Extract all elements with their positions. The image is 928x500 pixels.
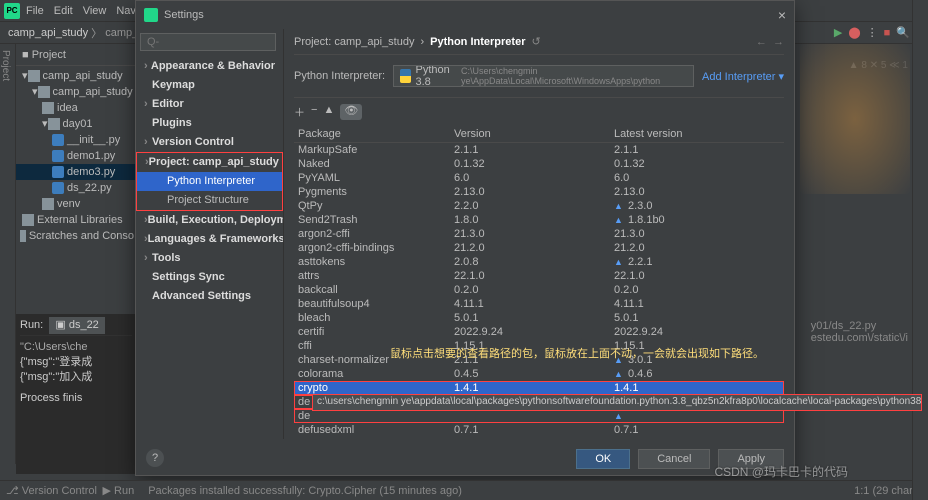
run-out-1: "C:\Users\che bbox=[20, 340, 132, 355]
annotation-text: 鼠标点击想要的查看路径的包，鼠标放在上面不动，一会就会出现如下路径。 bbox=[390, 345, 764, 361]
settings-tree-item[interactable]: Plugins bbox=[136, 114, 283, 133]
package-row[interactable]: colorama0.4.5▲ 0.4.6 bbox=[294, 367, 784, 381]
settings-tree-item[interactable]: Keymap bbox=[136, 76, 283, 95]
project-pane-title: ■ Project bbox=[22, 49, 66, 61]
package-row[interactable]: de▲ bbox=[294, 409, 784, 423]
tree-item[interactable]: ▾ day01 bbox=[16, 116, 136, 132]
package-row[interactable]: Pygments2.13.02.13.0 bbox=[294, 185, 784, 199]
ok-button[interactable]: OK bbox=[576, 449, 630, 469]
package-row[interactable]: QtPy2.2.0▲ 2.3.0 bbox=[294, 199, 784, 213]
watermark: CSDN @玛卡巴卡的代码 bbox=[714, 463, 848, 480]
run-out-2: {"msg":"登录成 bbox=[20, 355, 132, 370]
package-row[interactable]: defusedxml0.7.10.7.1 bbox=[294, 423, 784, 437]
debug-icon[interactable]: ⬤ bbox=[848, 26, 860, 39]
eye-icon[interactable]: 👁 bbox=[340, 104, 362, 120]
col-latest[interactable]: Latest version bbox=[614, 128, 784, 140]
decorative-character bbox=[800, 44, 910, 194]
breadcrumb-root[interactable]: camp_api_study bbox=[8, 27, 88, 39]
run-icon[interactable]: ▶ bbox=[834, 26, 842, 39]
run-tab[interactable]: ▣ ds_22 bbox=[49, 317, 104, 334]
package-row[interactable]: attrs22.1.022.1.0 bbox=[294, 269, 784, 283]
up-pkg-icon[interactable]: ▲ bbox=[323, 104, 334, 120]
tree-item[interactable]: External Libraries bbox=[16, 212, 136, 228]
settings-tree-item[interactable]: ›Tools bbox=[136, 249, 283, 268]
chevron-icon: › bbox=[420, 36, 424, 48]
status-vc[interactable]: ⎇ Version Control bbox=[6, 484, 97, 497]
add-interpreter-link[interactable]: Add Interpreter ▾ bbox=[702, 70, 784, 83]
menu-view[interactable]: View bbox=[83, 5, 107, 17]
reset-icon[interactable]: ↺ bbox=[531, 35, 540, 48]
settings-search-input[interactable] bbox=[140, 33, 276, 51]
tree-item[interactable]: demo1.py bbox=[16, 148, 136, 164]
tree-item[interactable]: ▾ camp_api_study bbox=[16, 84, 136, 100]
package-row[interactable]: asttokens2.0.8▲ 2.2.1 bbox=[294, 255, 784, 269]
add-pkg-icon[interactable]: ＋ bbox=[294, 104, 305, 120]
editor-peek-1: y01/ds_22.py bbox=[811, 320, 908, 332]
search-icon[interactable]: 🔍 bbox=[896, 26, 910, 39]
package-row[interactable]: argon2-cffi21.3.021.3.0 bbox=[294, 227, 784, 241]
interpreter-select[interactable]: Python 3.8 C:\Users\chengmin ye\AppData\… bbox=[393, 65, 694, 87]
package-row[interactable]: entrypoints0.40.4 bbox=[294, 437, 784, 439]
package-row[interactable]: PyYAML6.06.0 bbox=[294, 171, 784, 185]
col-version[interactable]: Version bbox=[454, 128, 614, 140]
tree-item[interactable]: Scratches and Conso bbox=[16, 228, 136, 244]
close-icon[interactable]: × bbox=[778, 7, 786, 23]
right-gutter bbox=[912, 0, 928, 500]
menu-file[interactable]: File bbox=[26, 5, 44, 17]
left-gutter: Project bbox=[0, 44, 16, 464]
package-row[interactable]: Send2Trash1.8.0▲ 1.8.1b0 bbox=[294, 213, 784, 227]
tree-item[interactable]: ds_22.py bbox=[16, 180, 136, 196]
package-row[interactable]: certifi2022.9.242022.9.24 bbox=[294, 325, 784, 339]
package-row[interactable]: Naked0.1.320.1.32 bbox=[294, 157, 784, 171]
editor-peek-2: estedu.com\/static\/i bbox=[811, 332, 908, 344]
path-tooltip: c:\users\chengmin ye\appdata\local\packa… bbox=[312, 394, 922, 411]
tree-item[interactable]: __init__.py bbox=[16, 132, 136, 148]
tree-item[interactable]: ▾ camp_api_study bbox=[16, 68, 136, 84]
col-package[interactable]: Package bbox=[294, 128, 454, 140]
help-icon[interactable]: ? bbox=[146, 449, 164, 467]
tree-item[interactable]: idea bbox=[16, 100, 136, 116]
package-row[interactable]: bleach5.0.15.0.1 bbox=[294, 311, 784, 325]
package-row[interactable]: backcall0.2.00.2.0 bbox=[294, 283, 784, 297]
status-msg: Packages installed successfully: Crypto.… bbox=[148, 485, 462, 497]
package-row[interactable]: crypto1.4.11.4.1 bbox=[294, 381, 784, 395]
settings-tree-item[interactable]: Advanced Settings bbox=[136, 287, 283, 306]
tree-item[interactable]: demo3.py bbox=[16, 164, 136, 180]
settings-crumb-1[interactable]: Project: camp_api_study bbox=[294, 36, 414, 48]
status-run[interactable]: ▶ Run bbox=[103, 484, 135, 497]
settings-tree-item[interactable]: Settings Sync bbox=[136, 268, 283, 287]
settings-tree-item[interactable]: ›Languages & Frameworks bbox=[136, 230, 283, 249]
stop-icon[interactable]: ■ bbox=[884, 27, 891, 39]
settings-tree-item[interactable]: ›Appearance & Behavior bbox=[136, 57, 283, 76]
nav-fwd-icon: → bbox=[773, 36, 784, 48]
app-icon: PC bbox=[4, 3, 20, 19]
dialog-title: Settings bbox=[164, 9, 204, 21]
package-row[interactable]: argon2-cffi-bindings21.2.021.2.0 bbox=[294, 241, 784, 255]
run-label: Run: bbox=[20, 318, 43, 333]
settings-tree-item[interactable]: Python Interpreter bbox=[136, 172, 283, 191]
run-out-4: Process finis bbox=[20, 391, 132, 406]
dialog-icon bbox=[144, 8, 158, 22]
nav-back-icon[interactable]: ← bbox=[756, 36, 767, 48]
interpreter-label: Python Interpreter: bbox=[294, 70, 385, 82]
cancel-button[interactable]: Cancel bbox=[638, 449, 710, 469]
run-out-3: {"msg":"加入成 bbox=[20, 370, 132, 385]
more-icon[interactable]: ⋮ bbox=[867, 26, 878, 39]
tree-item[interactable]: venv bbox=[16, 196, 136, 212]
breadcrumb-sep: 〉 bbox=[88, 25, 105, 41]
package-row[interactable]: beautifulsoup44.11.14.11.1 bbox=[294, 297, 784, 311]
menu-edit[interactable]: Edit bbox=[54, 5, 73, 17]
settings-tree-item[interactable]: ›Build, Execution, Deployment bbox=[136, 211, 283, 230]
settings-crumb-2: Python Interpreter bbox=[430, 36, 525, 48]
settings-tree-item[interactable]: ›Project: camp_api_study bbox=[136, 152, 283, 172]
package-row[interactable]: MarkupSafe2.1.12.1.1 bbox=[294, 143, 784, 157]
python-icon bbox=[400, 69, 411, 83]
remove-pkg-icon[interactable]: − bbox=[311, 104, 317, 120]
settings-tree-item[interactable]: ›Editor bbox=[136, 95, 283, 114]
settings-tree-item[interactable]: Project Structure bbox=[136, 191, 283, 211]
settings-tree-item[interactable]: ›Version Control bbox=[136, 133, 283, 152]
